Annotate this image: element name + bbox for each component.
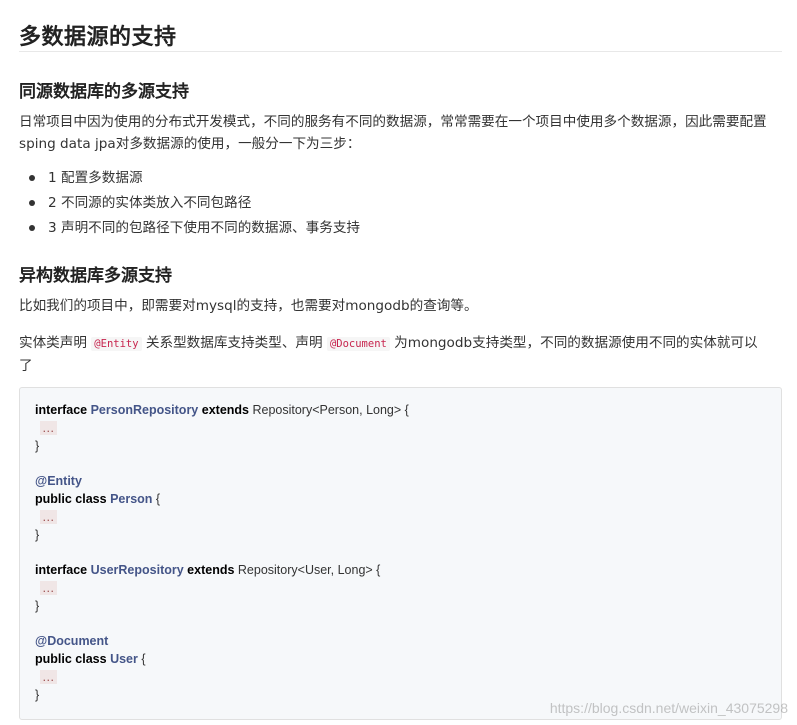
list-item: 3 声明不同的包路径下使用不同的数据源、事务支持 bbox=[19, 217, 360, 242]
code-text: { bbox=[152, 491, 161, 506]
text-segment: 关系型数据库支持类型、声明 bbox=[141, 335, 327, 351]
code-line: @Document bbox=[35, 633, 409, 651]
watermark: https://blog.csdn.net/weixin_43075298 bbox=[549, 700, 788, 716]
bullet-icon bbox=[29, 200, 35, 206]
type-name: User bbox=[110, 652, 138, 667]
keyword: public bbox=[35, 491, 72, 506]
keyword: extends bbox=[201, 403, 249, 417]
steps-list: 1 配置多数据源 2 不同源的实体类放入不同包路径 3 声明不同的包路径下使用不… bbox=[19, 167, 360, 242]
code-line: … bbox=[35, 509, 409, 527]
code-line: } bbox=[35, 527, 409, 545]
code-block: interface PersonRepository extends Repos… bbox=[19, 387, 782, 720]
list-item-text: 1 配置多数据源 bbox=[48, 170, 143, 186]
type-name: Person bbox=[110, 491, 153, 506]
keyword: interface bbox=[35, 563, 88, 578]
paragraph-entity-annotations: 实体类声明 @Entity 关系型数据库支持类型、声明 @Document 为m… bbox=[19, 332, 771, 377]
bullet-icon bbox=[29, 175, 35, 181]
title-divider bbox=[19, 51, 782, 52]
code-line: } bbox=[35, 438, 409, 456]
inline-code-document: @Document bbox=[326, 337, 390, 351]
code-text: } bbox=[35, 438, 40, 453]
code-text: Repository<Person, Long> { bbox=[249, 403, 409, 417]
type-name: UserRepository bbox=[90, 563, 184, 578]
type-name: PersonRepository bbox=[90, 403, 199, 417]
text-segment: 实体类声明 bbox=[19, 335, 92, 351]
annotation: @Document bbox=[35, 634, 109, 649]
code-text: { bbox=[137, 652, 146, 667]
code-line: } bbox=[35, 687, 409, 705]
list-item: 1 配置多数据源 bbox=[19, 167, 360, 192]
code-line: … bbox=[35, 580, 409, 598]
code-line: public class Person { bbox=[35, 491, 409, 509]
bullet-icon bbox=[29, 225, 35, 231]
list-item: 2 不同源的实体类放入不同包路径 bbox=[19, 192, 360, 217]
code-text: } bbox=[35, 598, 40, 613]
ellipsis-placeholder: … bbox=[40, 669, 57, 684]
code-line: public class User { bbox=[35, 651, 409, 669]
code-line: interface UserRepository extends Reposit… bbox=[35, 562, 409, 580]
annotation: @Entity bbox=[35, 474, 82, 489]
page-title: 多数据源的支持 bbox=[19, 25, 177, 50]
keyword: public bbox=[35, 652, 72, 667]
section-heading-heterogeneous: 异构数据库多源支持 bbox=[19, 266, 172, 286]
list-item-text: 2 不同源的实体类放入不同包路径 bbox=[48, 195, 252, 211]
list-item-text: 3 声明不同的包路径下使用不同的数据源、事务支持 bbox=[48, 220, 361, 236]
keyword: extends bbox=[187, 563, 235, 578]
inline-code-entity: @Entity bbox=[91, 337, 142, 351]
code-text: } bbox=[35, 687, 40, 702]
section-heading-same-source: 同源数据库的多源支持 bbox=[19, 82, 189, 102]
code-text: Repository<User, Long> { bbox=[234, 563, 381, 578]
keyword: interface bbox=[35, 403, 88, 417]
code-line: … bbox=[35, 420, 409, 438]
keyword: class bbox=[75, 491, 107, 506]
ellipsis-placeholder: … bbox=[40, 580, 57, 595]
paragraph-intro: 日常项目中因为使用的分布式开发模式，不同的服务有不同的数据源，常常需要在一个项目… bbox=[19, 114, 767, 152]
ellipsis-placeholder: … bbox=[40, 509, 57, 524]
code-line: interface PersonRepository extends Repos… bbox=[35, 402, 409, 420]
code-line: @Entity bbox=[35, 473, 409, 491]
paragraph-example: 比如我们的项目中，即需要对mysql的支持，也需要对mongodb的查询等。 bbox=[19, 298, 478, 314]
code-line: … bbox=[35, 669, 409, 687]
ellipsis-placeholder: … bbox=[40, 420, 57, 435]
code-text: } bbox=[35, 527, 40, 542]
code-line: } bbox=[35, 598, 409, 616]
keyword: class bbox=[75, 652, 107, 667]
code-content: interface PersonRepository extends Repos… bbox=[35, 402, 409, 705]
